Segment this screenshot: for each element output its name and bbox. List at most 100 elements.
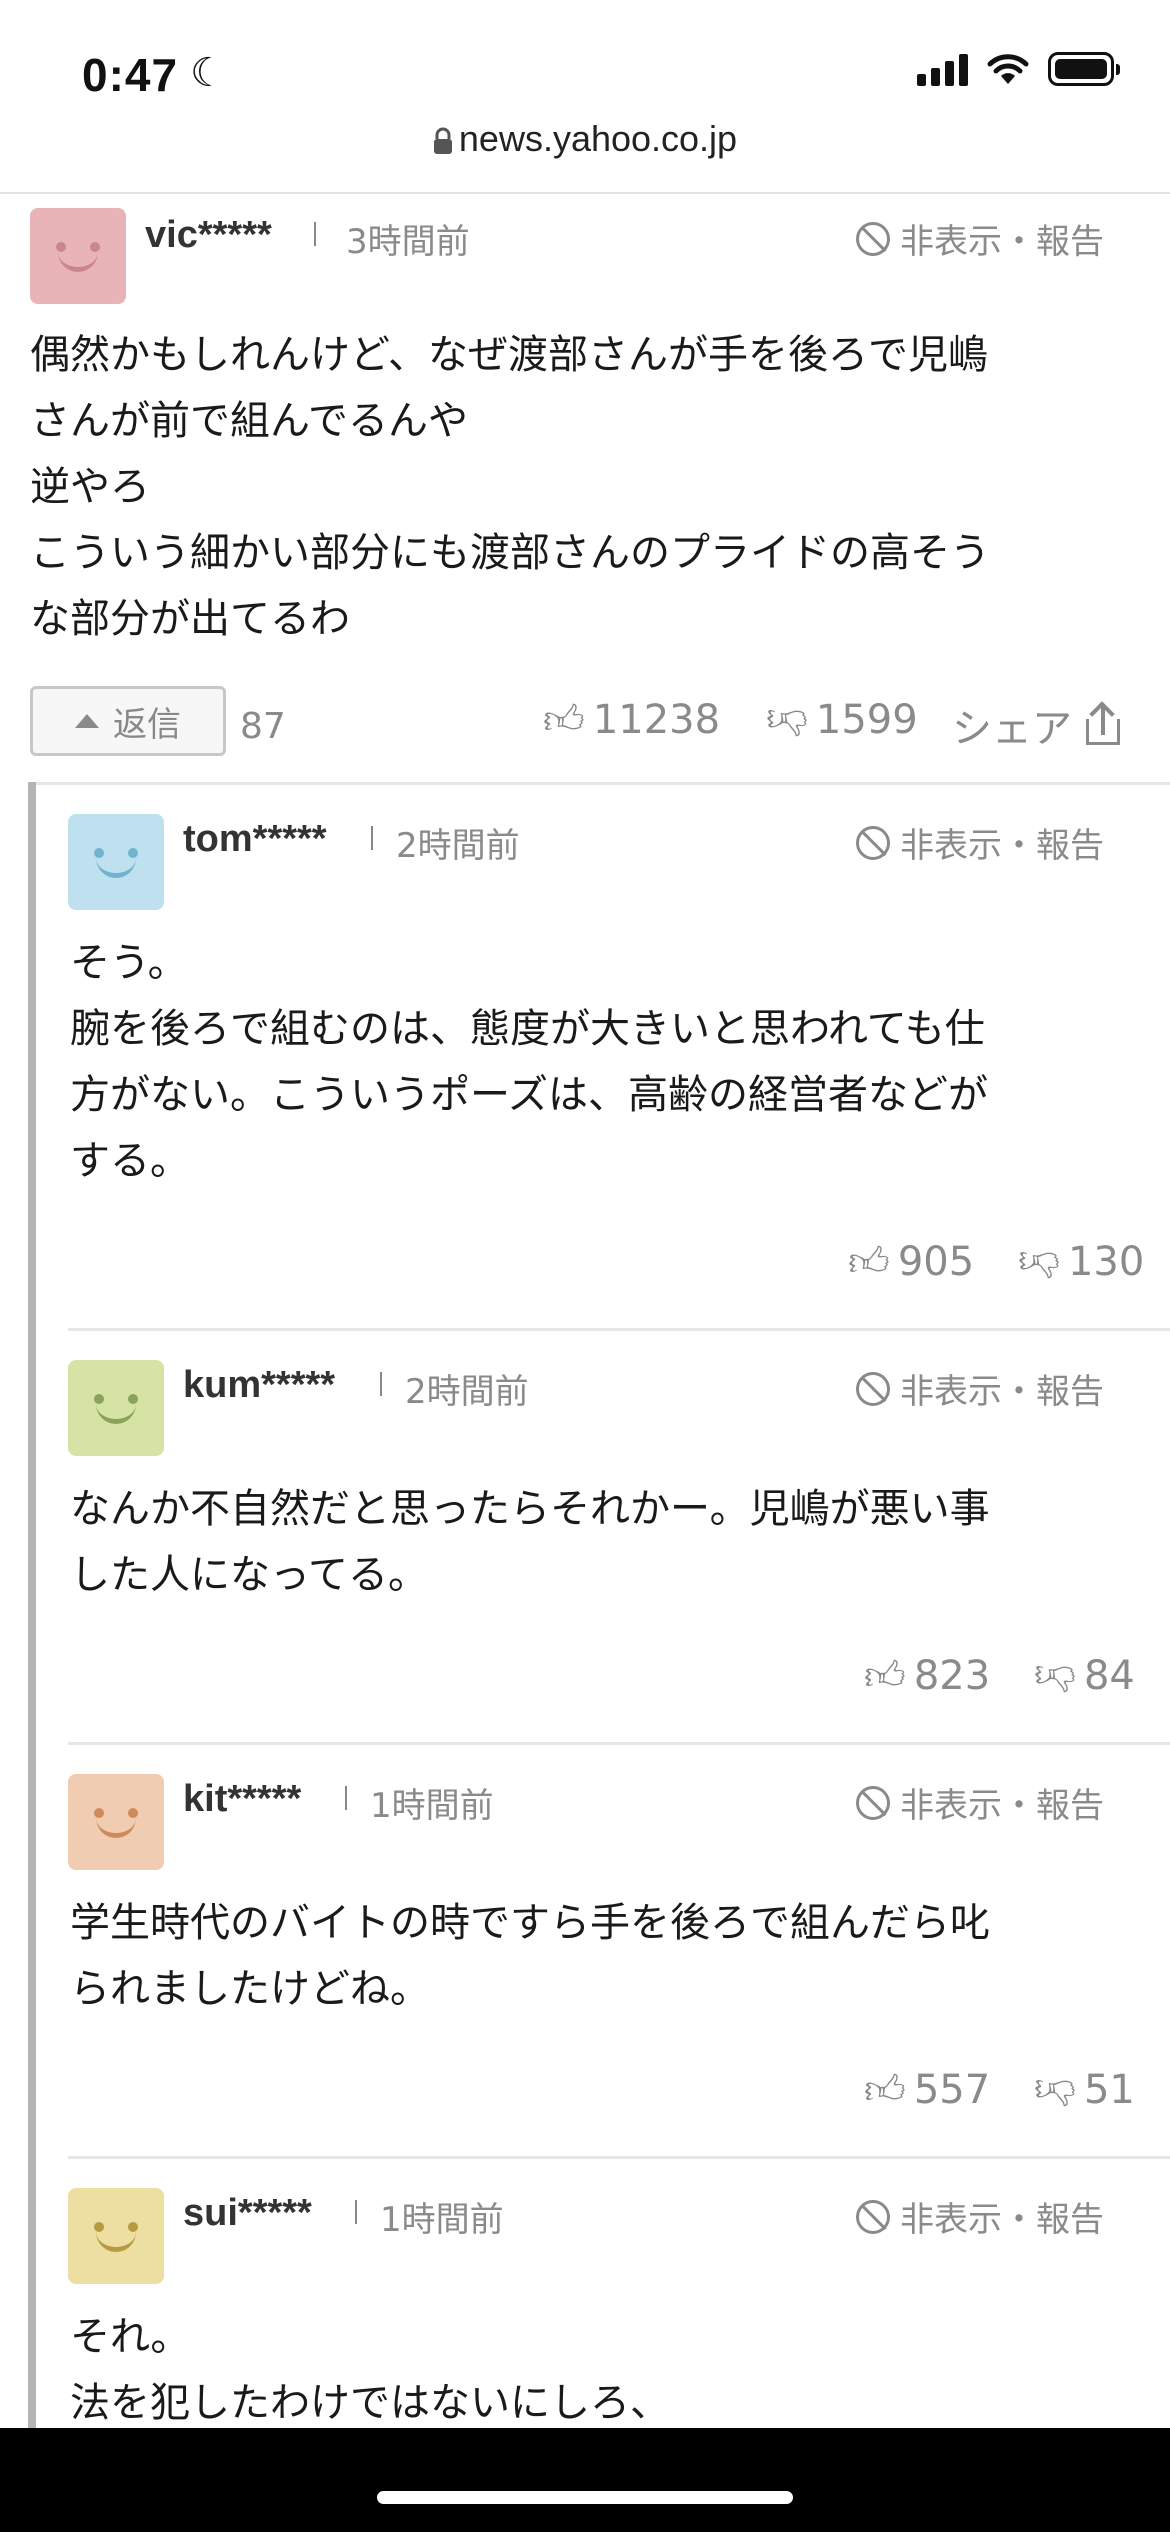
avatar-smile: [96, 858, 136, 878]
dislike-button[interactable]: 👍︎ 1599: [766, 696, 918, 744]
system-icons: [917, 52, 1120, 86]
hide-report-label: 非表示・報告: [900, 1786, 1104, 1826]
comment-text: 偶然かもしれんけど、なぜ渡部さんが手を後ろで児嶋 さんが前で組んでるんや 逆やろ…: [30, 332, 990, 642]
like-button[interactable]: 👍︎ 11238: [543, 696, 720, 744]
avatar[interactable]: [68, 1774, 164, 1870]
dislike-button[interactable]: 👍︎ 130: [1018, 1238, 1144, 1286]
avatar-smile: [96, 1404, 136, 1424]
comment-time: 3時間前: [346, 222, 470, 262]
avatar-eye: [94, 1808, 104, 1818]
reply-thread-line: [28, 782, 36, 2432]
avatar-smile: [96, 2232, 136, 2252]
avatar-eye: [128, 848, 138, 858]
avatar-eye: [94, 848, 104, 858]
comment-time: 2時間前: [396, 826, 520, 866]
hide-report-label: 非表示・報告: [900, 1372, 1104, 1412]
avatar-eye: [90, 242, 100, 252]
reply-label: 返信: [113, 704, 181, 745]
status-time: 0:47: [82, 49, 179, 101]
battery-icon: [1048, 52, 1120, 86]
share-icon: [1086, 701, 1120, 745]
vote-group: 👍︎ 905 👍︎ 130: [848, 1238, 1144, 1286]
url-text: news.yahoo.co.jp: [458, 118, 738, 159]
hide-report-button[interactable]: 非表示・報告: [856, 818, 1104, 867]
triangle-up-icon: [75, 714, 99, 728]
dislike-count: 84: [1083, 1653, 1135, 1699]
thumbs-up-icon: 👍︎: [543, 697, 585, 743]
avatar[interactable]: [30, 208, 126, 304]
moon-icon: ☾: [190, 50, 226, 96]
vote-group: 👍︎ 823 👍︎ 84: [864, 1652, 1135, 1700]
like-count: 823: [913, 1653, 991, 1699]
like-count: 557: [913, 2067, 991, 2113]
comment-text: それ。 法を犯したわけではないにしろ、: [70, 2314, 670, 2426]
dislike-count: 130: [1067, 1239, 1145, 1285]
comment-username[interactable]: sui*****: [183, 2192, 312, 2235]
comment-username[interactable]: kum*****: [183, 1364, 335, 1407]
reply-button[interactable]: 返信: [30, 686, 226, 756]
avatar-eye: [128, 1808, 138, 1818]
comment-text: なんか不自然だと思ったらそれかー。児嶋が悪い事 した人になってる。: [70, 1486, 990, 1598]
divider: [68, 2156, 1170, 2159]
signal-icon: [917, 52, 968, 86]
separator: [314, 222, 316, 246]
avatar-eye: [94, 1394, 104, 1404]
hide-report-label: 非表示・報告: [900, 826, 1104, 866]
share-label: シェア: [952, 706, 1072, 752]
hide-report-button[interactable]: 非表示・報告: [856, 214, 1104, 263]
hide-report-button[interactable]: 非表示・報告: [856, 1778, 1104, 1827]
block-icon: [856, 2199, 890, 2234]
comment-username[interactable]: vic*****: [145, 214, 272, 257]
like-button[interactable]: 👍︎ 823: [864, 1652, 990, 1700]
thumbs-down-icon: 👍︎: [1034, 1653, 1076, 1699]
hide-report-button[interactable]: 非表示・報告: [856, 2192, 1104, 2241]
like-count: 905: [897, 1239, 975, 1285]
avatar[interactable]: [68, 2188, 164, 2284]
separator: [355, 2200, 357, 2224]
share-button[interactable]: シェア: [952, 696, 1120, 754]
hide-report-label: 非表示・報告: [900, 2200, 1104, 2240]
like-count: 11238: [592, 697, 721, 743]
avatar-eye: [56, 242, 66, 252]
avatar[interactable]: [68, 814, 164, 910]
hide-report-label: 非表示・報告: [900, 222, 1104, 262]
thumbs-down-icon: 👍︎: [766, 697, 808, 743]
like-button[interactable]: 👍︎ 557: [864, 2066, 990, 2114]
comment-username[interactable]: tom*****: [183, 818, 327, 861]
hide-report-button[interactable]: 非表示・報告: [856, 1364, 1104, 1413]
separator: [371, 826, 373, 850]
thumbs-down-icon: 👍︎: [1034, 2067, 1076, 2113]
lock-icon: [433, 128, 452, 155]
wifi-icon: [987, 54, 1029, 84]
thumbs-down-icon: 👍︎: [1018, 1239, 1060, 1285]
comment-text: 学生時代のバイトの時ですら手を後ろで組んだら叱 られましたけどね。: [70, 1900, 990, 2012]
url-bar[interactable]: news.yahoo.co.jp: [0, 118, 1170, 160]
avatar[interactable]: [68, 1360, 164, 1456]
like-button[interactable]: 👍︎ 905: [848, 1238, 974, 1286]
comment-time: 2時間前: [405, 1372, 529, 1412]
block-icon: [856, 825, 890, 860]
header-divider: [0, 192, 1170, 194]
comment-time: 1時間前: [370, 1786, 494, 1826]
dislike-button[interactable]: 👍︎ 51: [1034, 2066, 1135, 2114]
comment-username[interactable]: kit*****: [183, 1778, 301, 1821]
thumbs-up-icon: 👍︎: [864, 1653, 906, 1699]
avatar-eye: [94, 2222, 104, 2232]
vote-group: 👍︎ 557 👍︎ 51: [864, 2066, 1135, 2114]
dislike-button[interactable]: 👍︎ 84: [1034, 1652, 1135, 1700]
home-indicator[interactable]: [377, 2491, 793, 2504]
thumbs-up-icon: 👍︎: [848, 1239, 890, 1285]
reply-count: 87: [240, 706, 286, 747]
block-icon: [856, 1371, 890, 1406]
avatar-eye: [128, 2222, 138, 2232]
separator: [380, 1372, 382, 1396]
avatar-smile: [58, 252, 98, 272]
divider: [68, 1742, 1170, 1745]
comment-time: 1時間前: [380, 2200, 504, 2240]
thumbs-up-icon: 👍︎: [864, 2067, 906, 2113]
avatar-smile: [96, 1818, 136, 1838]
home-bar-area: [0, 2428, 1170, 2532]
avatar-eye: [128, 1394, 138, 1404]
comment-text: そう。 腕を後ろで組むのは、態度が大きいと思われても仕 方がない。こういうポーズ…: [70, 940, 988, 1184]
dislike-count: 51: [1083, 2067, 1135, 2113]
